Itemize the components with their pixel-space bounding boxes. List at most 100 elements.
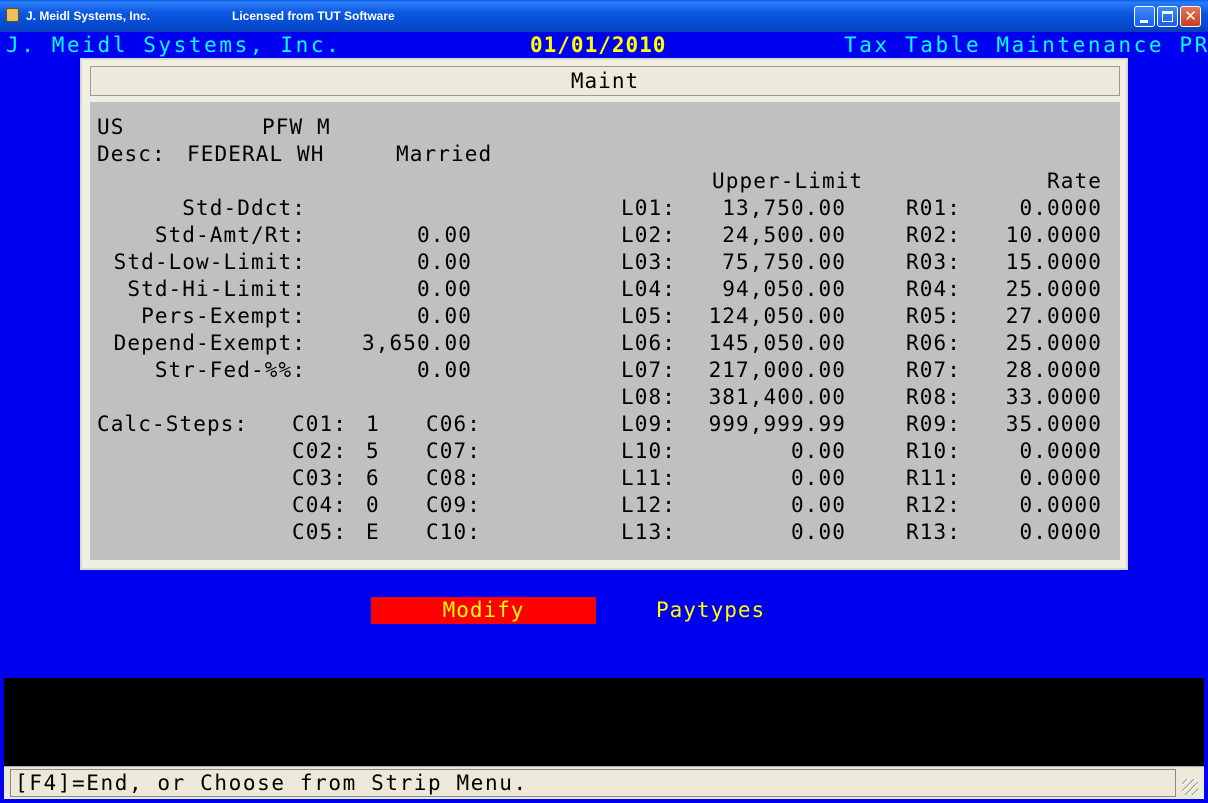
calc-step-label: C02: — [292, 439, 347, 463]
limit-value[interactable]: 145,050.00 — [686, 330, 846, 356]
calc-step-value[interactable]: 1 — [366, 411, 380, 437]
limit-label: L12: — [621, 493, 676, 517]
limit-label: L04: — [621, 277, 676, 301]
limit-label: L10: — [621, 439, 676, 463]
minimize-icon — [1140, 20, 1148, 23]
company-name: J. Meidl Systems, Inc. — [6, 33, 342, 57]
limit-value[interactable]: 94,050.00 — [686, 276, 846, 302]
calc-step-label: C09: — [426, 493, 481, 517]
rate-value[interactable]: 25.0000 — [970, 276, 1102, 302]
field-label: Pers-Exempt: — [141, 304, 306, 328]
rate-value[interactable]: 0.0000 — [970, 492, 1102, 518]
paytypes-menu-item[interactable]: Paytypes — [656, 597, 765, 624]
limit-value[interactable]: 24,500.00 — [686, 222, 846, 248]
rate-value[interactable]: 35.0000 — [970, 411, 1102, 437]
jurisdiction: US — [97, 115, 125, 139]
limit-label: L08: — [621, 385, 676, 409]
table-code: PFW M — [262, 115, 331, 139]
field-value[interactable]: 0.00 — [330, 303, 472, 329]
close-button[interactable]: ✕ — [1180, 6, 1201, 27]
limit-value[interactable]: 0.00 — [686, 519, 846, 545]
rate-label: R11: — [906, 466, 961, 490]
limit-label: L09: — [621, 412, 676, 436]
rate-label: R13: — [906, 520, 961, 544]
system-date: 01/01/2010 — [530, 33, 667, 57]
status-text: [F4]=End, or Choose from Strip Menu. — [10, 769, 1176, 797]
message-area — [4, 678, 1204, 766]
rate-label: R05: — [906, 304, 961, 328]
field-label: Std-Amt/Rt: — [154, 223, 306, 247]
field-value[interactable]: 0.00 — [330, 249, 472, 275]
rate-value[interactable]: 25.0000 — [970, 330, 1102, 356]
field-label: Std-Hi-Limit: — [127, 277, 306, 301]
app-icon[interactable] — [6, 8, 19, 22]
rate-value[interactable]: 33.0000 — [970, 384, 1102, 410]
calc-step-label: C10: — [426, 520, 481, 544]
console-area: J. Meidl Systems, Inc. 01/01/2010 Tax Ta… — [4, 32, 1207, 803]
field-value[interactable]: 0.00 — [330, 357, 472, 383]
maximize-button[interactable] — [1157, 6, 1178, 27]
license-text: Licensed from TUT Software — [232, 9, 395, 23]
rate-value[interactable]: 0.0000 — [970, 195, 1102, 221]
rate-value[interactable]: 0.0000 — [970, 438, 1102, 464]
field-value[interactable]: 0.00 — [330, 222, 472, 248]
calc-step-label: C05: — [292, 520, 347, 544]
rate-label: R01: — [906, 196, 961, 220]
maint-heading: Maint — [90, 66, 1120, 96]
field-label: Str-Fed-%%: — [154, 358, 306, 382]
resize-grip-icon[interactable] — [1182, 779, 1198, 795]
window-titlebar[interactable]: J. Meidl Systems, Inc. Licensed from TUT… — [0, 0, 1208, 32]
field-label: Depend-Exempt: — [113, 331, 306, 355]
screen-title: Tax Table Maintenance PR — [844, 33, 1208, 57]
rate-label: R03: — [906, 250, 961, 274]
desc-label: Desc: — [97, 142, 166, 166]
calc-step-value[interactable]: 6 — [366, 465, 380, 491]
rate-label: R10: — [906, 439, 961, 463]
limit-label: L13: — [621, 520, 676, 544]
rate-label: R04: — [906, 277, 961, 301]
rate-value[interactable]: 15.0000 — [970, 249, 1102, 275]
limit-value[interactable]: 999,999.99 — [686, 411, 846, 437]
desc-value: FEDERAL WH — [187, 142, 325, 166]
rate-value[interactable]: 27.0000 — [970, 303, 1102, 329]
calc-step-value[interactable]: 5 — [366, 438, 380, 464]
calc-step-label: C03: — [292, 466, 347, 490]
calc-step-label: C01: — [292, 412, 347, 436]
rate-label: R09: — [906, 412, 961, 436]
calc-step-label: C08: — [426, 466, 481, 490]
calc-step-label: C06: — [426, 412, 481, 436]
limit-value[interactable]: 0.00 — [686, 465, 846, 491]
maint-frame: Maint US PFW M Desc: FEDERAL WH Married … — [80, 58, 1128, 570]
field-value[interactable]: 0.00 — [330, 276, 472, 302]
calc-step-label: C07: — [426, 439, 481, 463]
field-value[interactable]: 3,650.00 — [330, 330, 472, 356]
rate-value[interactable]: 0.0000 — [970, 519, 1102, 545]
rate-label: R12: — [906, 493, 961, 517]
rate-label: R06: — [906, 331, 961, 355]
modify-menu-item[interactable]: Modify — [371, 597, 596, 624]
limit-value[interactable]: 217,000.00 — [686, 357, 846, 383]
limit-value[interactable]: 0.00 — [686, 438, 846, 464]
limit-label: L02: — [621, 223, 676, 247]
field-label: Std-Ddct: — [182, 196, 306, 220]
tax-table-panel: US PFW M Desc: FEDERAL WH Married Upper-… — [90, 102, 1120, 560]
rate-value[interactable]: 10.0000 — [970, 222, 1102, 248]
limit-value[interactable]: 75,750.00 — [686, 249, 846, 275]
calc-steps-label: Calc-Steps: — [97, 412, 249, 436]
minimize-button[interactable] — [1134, 6, 1155, 27]
limit-value[interactable]: 381,400.00 — [686, 384, 846, 410]
upper-limit-header: Upper-Limit — [712, 169, 864, 193]
rate-header: Rate — [1047, 169, 1102, 193]
rate-value[interactable]: 0.0000 — [970, 465, 1102, 491]
rate-value[interactable]: 28.0000 — [970, 357, 1102, 383]
limit-label: L11: — [621, 466, 676, 490]
limit-value[interactable]: 0.00 — [686, 492, 846, 518]
limit-value[interactable]: 124,050.00 — [686, 303, 846, 329]
limit-label: L05: — [621, 304, 676, 328]
limit-value[interactable]: 13,750.00 — [686, 195, 846, 221]
calc-step-value[interactable]: E — [366, 519, 380, 545]
calc-step-value[interactable]: 0 — [366, 492, 380, 518]
marital-status: Married — [396, 142, 493, 166]
rate-label: R02: — [906, 223, 961, 247]
status-bar: [F4]=End, or Choose from Strip Menu. — [4, 766, 1204, 799]
